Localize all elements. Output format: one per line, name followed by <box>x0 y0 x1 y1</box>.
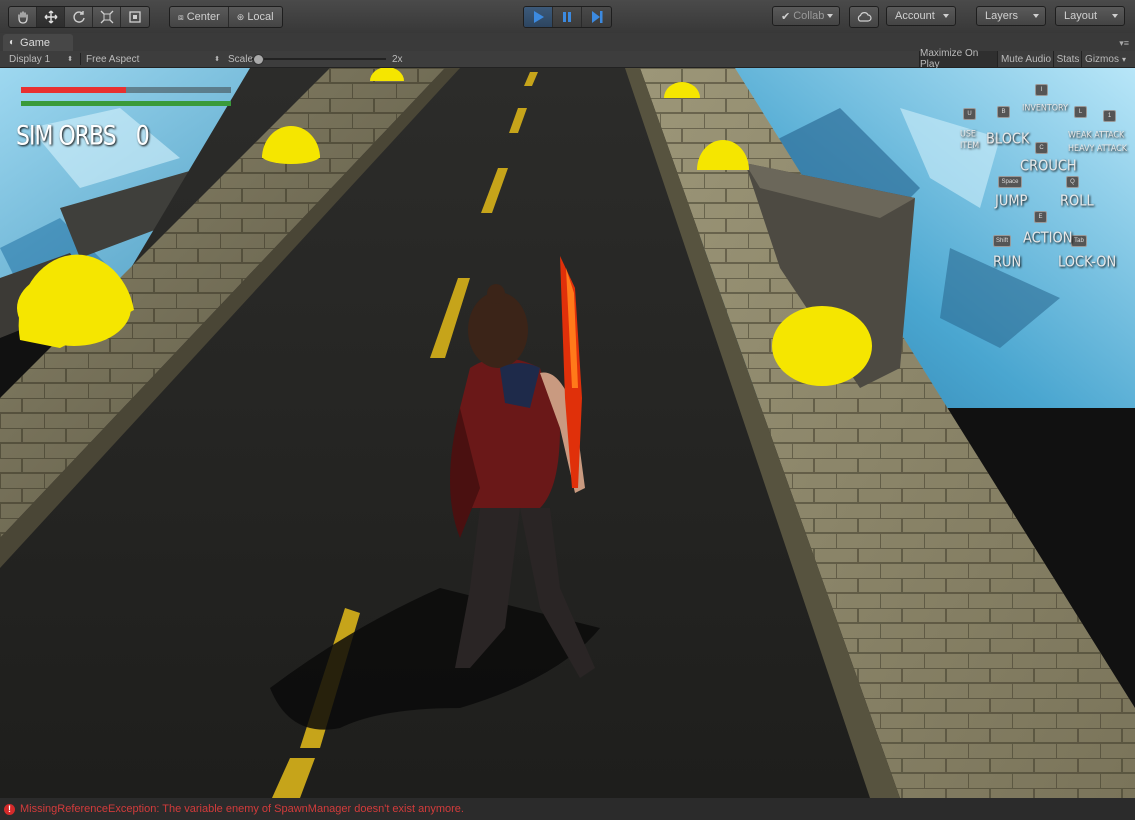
inventory-label: INVENTORY <box>1022 102 1068 113</box>
game-view-toolbar: Display 1 ⬍ Free Aspect ⬍ Scale 2x Maxim… <box>0 48 1135 70</box>
pause-icon <box>563 12 571 22</box>
pivot-local-label: Local <box>247 11 274 23</box>
console-error-message[interactable]: MissingReferenceException: The variable … <box>20 803 464 815</box>
weak-heavy-attack-label: WEAK ATTACK HEAVY ATTACK <box>1068 128 1128 156</box>
weak-attack-label: WEAK ATTACK <box>1068 129 1125 140</box>
pivot-center-button[interactable]: ⧈ Center <box>170 7 229 27</box>
gizmos-toggle[interactable]: Gizmos <box>1081 51 1122 67</box>
rect-tool-button[interactable] <box>121 7 149 27</box>
scale-value: 2x <box>392 53 403 65</box>
key-heavy-attack: 1 <box>1103 110 1116 122</box>
move-tool-button[interactable] <box>37 7 65 27</box>
updown-icon: ⬍ <box>67 56 73 63</box>
roll-label: ROLL <box>1060 192 1094 211</box>
pivot-local-button[interactable]: ⊛ Local <box>229 7 282 27</box>
gizmos-chevron-down-icon[interactable]: ▾ <box>1122 51 1126 67</box>
cloud-icon <box>850 7 878 27</box>
layout-dropdown[interactable]: Layout <box>1055 6 1125 26</box>
move-icon <box>44 10 57 24</box>
key-lock-on: Tab <box>1071 235 1087 247</box>
chevron-down-icon <box>943 14 949 18</box>
maximize-on-play-toggle[interactable]: Maximize On Play <box>919 48 998 70</box>
layers-dropdown[interactable]: Layers <box>976 6 1046 26</box>
pause-button[interactable] <box>553 7 582 27</box>
account-dropdown[interactable]: Account <box>886 6 956 26</box>
orb <box>17 270 131 346</box>
run-label: RUN <box>993 253 1022 272</box>
key-jump: Space <box>998 176 1022 188</box>
transform-tools <box>8 6 150 28</box>
cloud-button[interactable] <box>849 6 879 28</box>
play-button[interactable] <box>524 7 553 27</box>
key-action: E <box>1034 211 1047 223</box>
playback-controls <box>523 6 612 28</box>
display-dropdown[interactable]: Display 1 ⬍ <box>9 51 75 67</box>
layout-label: Layout <box>1064 10 1098 22</box>
game-tab-title: Game <box>20 36 51 49</box>
hand-icon <box>17 11 28 24</box>
pivot-center-icon: ⧈ <box>178 11 184 22</box>
rect-transform-icon <box>129 11 141 23</box>
play-icon <box>534 11 544 23</box>
chevron-down-icon <box>1033 14 1039 18</box>
key-block: B <box>997 106 1010 118</box>
key-roll: Q <box>1066 176 1079 188</box>
scale-slider-track[interactable] <box>252 58 386 60</box>
step-button[interactable] <box>582 7 611 27</box>
scale-tool-button[interactable] <box>93 7 121 27</box>
key-weak-attack: L <box>1074 106 1087 118</box>
globe-icon: ⊛ <box>236 11 245 22</box>
console-status-bar[interactable]: ! MissingReferenceException: The variabl… <box>0 798 1135 820</box>
use-item-label: USE ITEM <box>960 128 980 151</box>
rotate-tool-button[interactable] <box>65 7 93 27</box>
jump-label: JUMP <box>995 192 1028 211</box>
divider <box>80 53 81 65</box>
game-scene <box>0 68 1135 798</box>
mute-audio-toggle[interactable]: Mute Audio <box>997 51 1054 67</box>
layers-label: Layers <box>985 10 1019 22</box>
block-label: BLOCK <box>986 130 1030 149</box>
aspect-label: Free Aspect <box>86 53 140 65</box>
crouch-label: CROUCH <box>1020 157 1077 176</box>
game-controller-icon: ◐ <box>9 37 16 48</box>
health-bar-fill <box>21 87 126 93</box>
hand-tool-button[interactable] <box>9 7 37 27</box>
collab-dropdown[interactable]: ✔ Collab <box>772 6 840 26</box>
key-run: Shift <box>993 235 1011 247</box>
updown-icon: ⬍ <box>214 56 220 63</box>
checkmark-icon: ✔ <box>781 10 791 23</box>
orb-counter: SIM ORBS 0 <box>16 121 150 152</box>
stats-toggle[interactable]: Stats <box>1053 51 1082 67</box>
tab-menu-icon[interactable]: ▾≡ <box>1119 38 1129 49</box>
pivot-center-label: Center <box>186 11 220 23</box>
step-icon <box>591 11 602 23</box>
heavy-attack-label: HEAVY ATTACK <box>1068 143 1127 154</box>
scale-label: Scale <box>228 53 254 65</box>
chevron-down-icon <box>1112 14 1118 18</box>
chevron-down-icon <box>827 14 833 18</box>
display-label: Display 1 <box>9 53 51 65</box>
key-use-item: U <box>963 108 976 120</box>
key-inventory: I <box>1035 84 1048 96</box>
aspect-dropdown[interactable]: Free Aspect ⬍ <box>86 51 222 67</box>
orb-counter-label: SIM ORBS <box>16 121 117 152</box>
main-toolbar: ⧈ Center ⊛ Local ✔ Collab Account Layers <box>0 0 1135 34</box>
stamina-bar-fill <box>21 101 231 106</box>
pivot-group: ⧈ Center ⊛ Local <box>169 6 283 28</box>
scale-icon <box>100 10 113 24</box>
key-crouch: C <box>1035 142 1048 154</box>
lock-on-label: LOCK-ON <box>1058 253 1117 272</box>
game-viewport[interactable]: SIM ORBS 0 I INVENTORY U B L 1 USE ITEM … <box>0 68 1135 798</box>
scale-slider-thumb[interactable] <box>253 54 264 65</box>
game-tab[interactable]: ◐ Game <box>3 34 73 51</box>
action-label: ACTION <box>1023 229 1073 248</box>
orb <box>772 306 872 386</box>
rotate-icon <box>72 11 85 23</box>
error-icon: ! <box>4 803 15 815</box>
orb-counter-value: 0 <box>135 121 150 152</box>
account-label: Account <box>895 10 935 22</box>
collab-label: Collab <box>793 10 825 22</box>
